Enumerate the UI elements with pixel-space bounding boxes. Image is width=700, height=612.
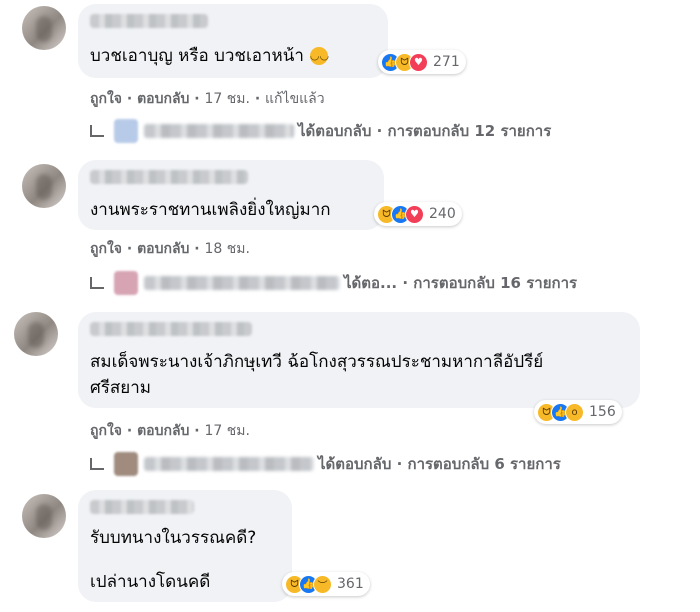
replies-label: ได้ตอบกลับ · การตอบกลับ 12 รายการ (298, 122, 552, 140)
love-icon: ♥ (409, 52, 428, 72)
reaction-count: 361 (337, 576, 364, 592)
reply-arrow-icon (90, 125, 104, 137)
comment-text-line-1: รับบทนางในวรรณคดี? (90, 528, 257, 548)
timestamp[interactable]: 17 ชม. (205, 91, 250, 107)
comment-actions: ถูกใจ · ตอบกลับ · 18 ชม. (90, 241, 250, 257)
reaction-count: 271 (433, 54, 460, 70)
relieved-face-emoji: ◡◡ (309, 47, 329, 65)
like-action[interactable]: ถูกใจ (90, 423, 122, 439)
reply-arrow-icon (90, 277, 104, 289)
like-action[interactable]: ถูกใจ (90, 91, 122, 107)
commenter-name-blurred[interactable] (90, 500, 194, 514)
timestamp[interactable]: 18 ชม. (205, 241, 250, 257)
view-replies[interactable]: ได้ตอ... · การตอบกลับ 16 รายการ (90, 271, 577, 295)
reaction-count: 156 (589, 404, 616, 420)
comment-text-line-2: ศรีสยาม (90, 378, 152, 398)
edited-label: แก้ไขแล้ว (265, 91, 325, 107)
replier-avatar (114, 119, 138, 143)
comment-text: งานพระราชทานเพลิงยิ่งใหญ่มาก (90, 200, 331, 220)
reply-action[interactable]: ตอบกลับ (137, 423, 189, 439)
replier-name-blurred (144, 124, 294, 138)
comment-text-line-1: สมเด็จพระนางเจ้าภิกษุเทวี ฉ้อโกงสุวรรณปร… (90, 352, 544, 372)
comment-bubble: สมเด็จพระนางเจ้าภิกษุเทวี ฉ้อโกงสุวรรณปร… (78, 312, 640, 408)
avatar[interactable] (14, 312, 58, 356)
comment-bubble: งานพระราชทานเพลิงยิ่งใหญ่มาก (78, 160, 384, 230)
reply-action[interactable]: ตอบกลับ (137, 241, 189, 257)
comment-bubble: บวชเอาบุญ หรือ บวชเอาหน้า ◡◡ (78, 4, 388, 78)
commenter-name-blurred[interactable] (90, 170, 248, 184)
replier-avatar (114, 271, 138, 295)
comment-text-line-2: เปล่านางโดนคดี (90, 572, 211, 592)
like-action[interactable]: ถูกใจ (90, 241, 122, 257)
view-replies[interactable]: ได้ตอบกลับ · การตอบกลับ 12 รายการ (90, 119, 551, 143)
reply-arrow-icon (90, 458, 104, 470)
wow-icon: o (565, 402, 584, 422)
avatar[interactable] (22, 164, 66, 208)
commenter-name-blurred[interactable] (90, 14, 208, 28)
replies-label: ได้ตอบกลับ · การตอบกลับ 6 รายการ (318, 455, 561, 473)
comment-bubble: รับบทนางในวรรณคดี? เปล่านางโดนคดี (78, 490, 292, 602)
reaction-summary[interactable]: ᗢ 👍 ︶ 361 (282, 572, 370, 596)
reply-action[interactable]: ตอบกลับ (137, 91, 189, 107)
replier-name-blurred (144, 457, 314, 471)
reaction-summary[interactable]: ᗢ 👍 ♥ 240 (374, 202, 462, 226)
love-icon: ♥ (405, 204, 424, 224)
commenter-name-blurred[interactable] (90, 322, 252, 336)
comment-actions: ถูกใจ · ตอบกลับ · 17 ชม. · แก้ไขแล้ว (90, 91, 325, 107)
comment-actions: ถูกใจ · ตอบกลับ · 17 ชม. (90, 423, 250, 439)
comment-text: บวชเอาบุญ หรือ บวชเอาหน้า ◡◡ (90, 46, 330, 66)
avatar[interactable] (22, 6, 66, 50)
replier-name-blurred (144, 276, 340, 290)
reaction-count: 240 (429, 206, 456, 222)
avatar[interactable] (22, 494, 66, 538)
replier-avatar (114, 452, 138, 476)
reaction-summary[interactable]: ᗢ 👍 o 156 (534, 400, 622, 424)
view-replies[interactable]: ได้ตอบกลับ · การตอบกลับ 6 รายการ (90, 452, 561, 476)
reaction-summary[interactable]: 👍 ᗢ ♥ 271 (378, 50, 466, 74)
timestamp[interactable]: 17 ชม. (205, 423, 250, 439)
sad-icon: ︶ (313, 574, 332, 594)
replies-label: ได้ตอ... · การตอบกลับ 16 รายการ (344, 274, 578, 292)
